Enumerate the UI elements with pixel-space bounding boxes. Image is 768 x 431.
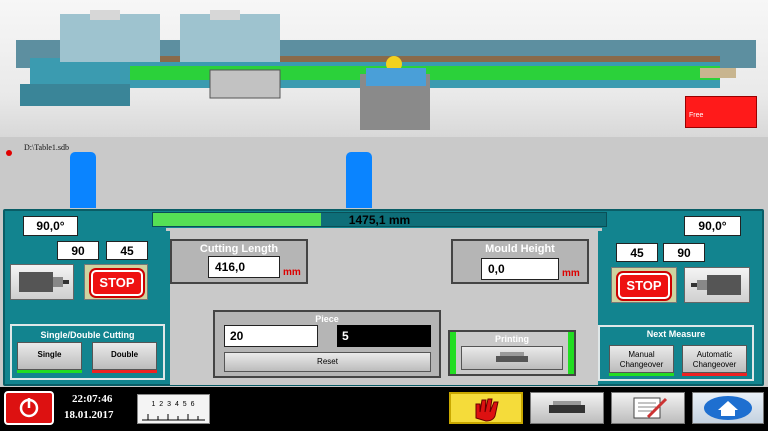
piece-field[interactable]: 20 xyxy=(224,325,318,347)
printing-led-right xyxy=(568,332,574,374)
mould-height-field[interactable]: 0,0 xyxy=(481,258,559,280)
hand-stop-button[interactable] xyxy=(449,392,523,424)
hand-icon xyxy=(475,398,499,422)
saw-button[interactable] xyxy=(530,392,604,424)
clock-time: 22:07:46 xyxy=(72,393,113,405)
printer-icon xyxy=(496,352,528,362)
manual-changeover-button[interactable]: Manual Changeover xyxy=(609,345,674,373)
manual-changeover-led xyxy=(609,373,674,376)
piece-title: Piece xyxy=(315,314,339,324)
double-led xyxy=(92,370,157,373)
ruler-icon xyxy=(142,414,205,421)
length-bar: 1475,1 mm xyxy=(152,212,607,227)
left-stop-button[interactable]: STOP xyxy=(91,270,143,296)
double-button[interactable]: Double xyxy=(92,342,157,370)
saw-marker-right[interactable] xyxy=(346,152,372,210)
right-angle-field: 90,0° xyxy=(684,216,741,236)
status-indicator: Free xyxy=(685,96,757,128)
edit-list-button[interactable] xyxy=(611,392,685,424)
printing-title: Printing xyxy=(495,334,529,344)
saw-marker-left[interactable] xyxy=(70,152,96,210)
home-icon xyxy=(704,396,752,420)
length-value: 1475,1 mm xyxy=(348,213,411,227)
right-preset-90-button[interactable]: 90 xyxy=(663,243,705,262)
saw-icon xyxy=(549,401,585,413)
edit-list-icon xyxy=(633,397,668,419)
cutting-length-field[interactable]: 416,0 xyxy=(208,256,280,278)
cutting-length-title: Cutting Length xyxy=(199,243,279,255)
clock-date: 18.01.2017 xyxy=(64,409,114,421)
file-path-label: D:\Table1.sdb xyxy=(24,143,69,152)
ruler-digits: 1 2 3 4 5 6 xyxy=(151,401,196,408)
single-button[interactable]: Single xyxy=(17,342,82,370)
home-button[interactable] xyxy=(692,392,764,424)
status-led xyxy=(6,150,12,156)
single-led xyxy=(17,370,82,373)
left-preset-45-button[interactable]: 45 xyxy=(106,241,148,260)
piece-count-display: 5 xyxy=(337,325,431,347)
mould-height-unit: mm xyxy=(562,268,580,279)
reset-button[interactable]: Reset xyxy=(224,352,431,372)
motor-icon xyxy=(19,272,69,292)
single-double-title: Single/Double Cutting xyxy=(40,330,135,340)
motor-icon xyxy=(691,275,741,295)
left-angle-field: 90,0° xyxy=(23,216,78,236)
right-stop-button-frame[interactable]: STOP xyxy=(611,267,677,303)
cutting-length-unit: mm xyxy=(283,267,301,278)
right-stop-button[interactable]: STOP xyxy=(618,273,670,299)
left-preset-90-button[interactable]: 90 xyxy=(57,241,99,260)
right-motor-button[interactable] xyxy=(684,267,750,303)
right-preset-45-button[interactable]: 45 xyxy=(616,243,658,262)
next-measure-title: Next Measure xyxy=(646,329,706,339)
machine-overview-image xyxy=(0,0,768,137)
power-button[interactable] xyxy=(4,391,54,425)
center-area-top xyxy=(166,228,602,231)
automatic-changeover-button[interactable]: Automatic Changeover xyxy=(682,345,747,373)
printing-led-left xyxy=(450,332,456,374)
power-icon xyxy=(19,398,39,418)
left-motor-button[interactable] xyxy=(10,264,74,300)
machine-illustration xyxy=(16,10,756,130)
ruler-button[interactable]: 1 2 3 4 5 6 xyxy=(137,394,210,424)
automatic-changeover-led xyxy=(682,373,747,376)
printing-button[interactable] xyxy=(461,346,563,370)
left-stop-button-frame[interactable]: STOP xyxy=(84,264,148,300)
mould-height-title: Mould Height xyxy=(485,243,555,255)
